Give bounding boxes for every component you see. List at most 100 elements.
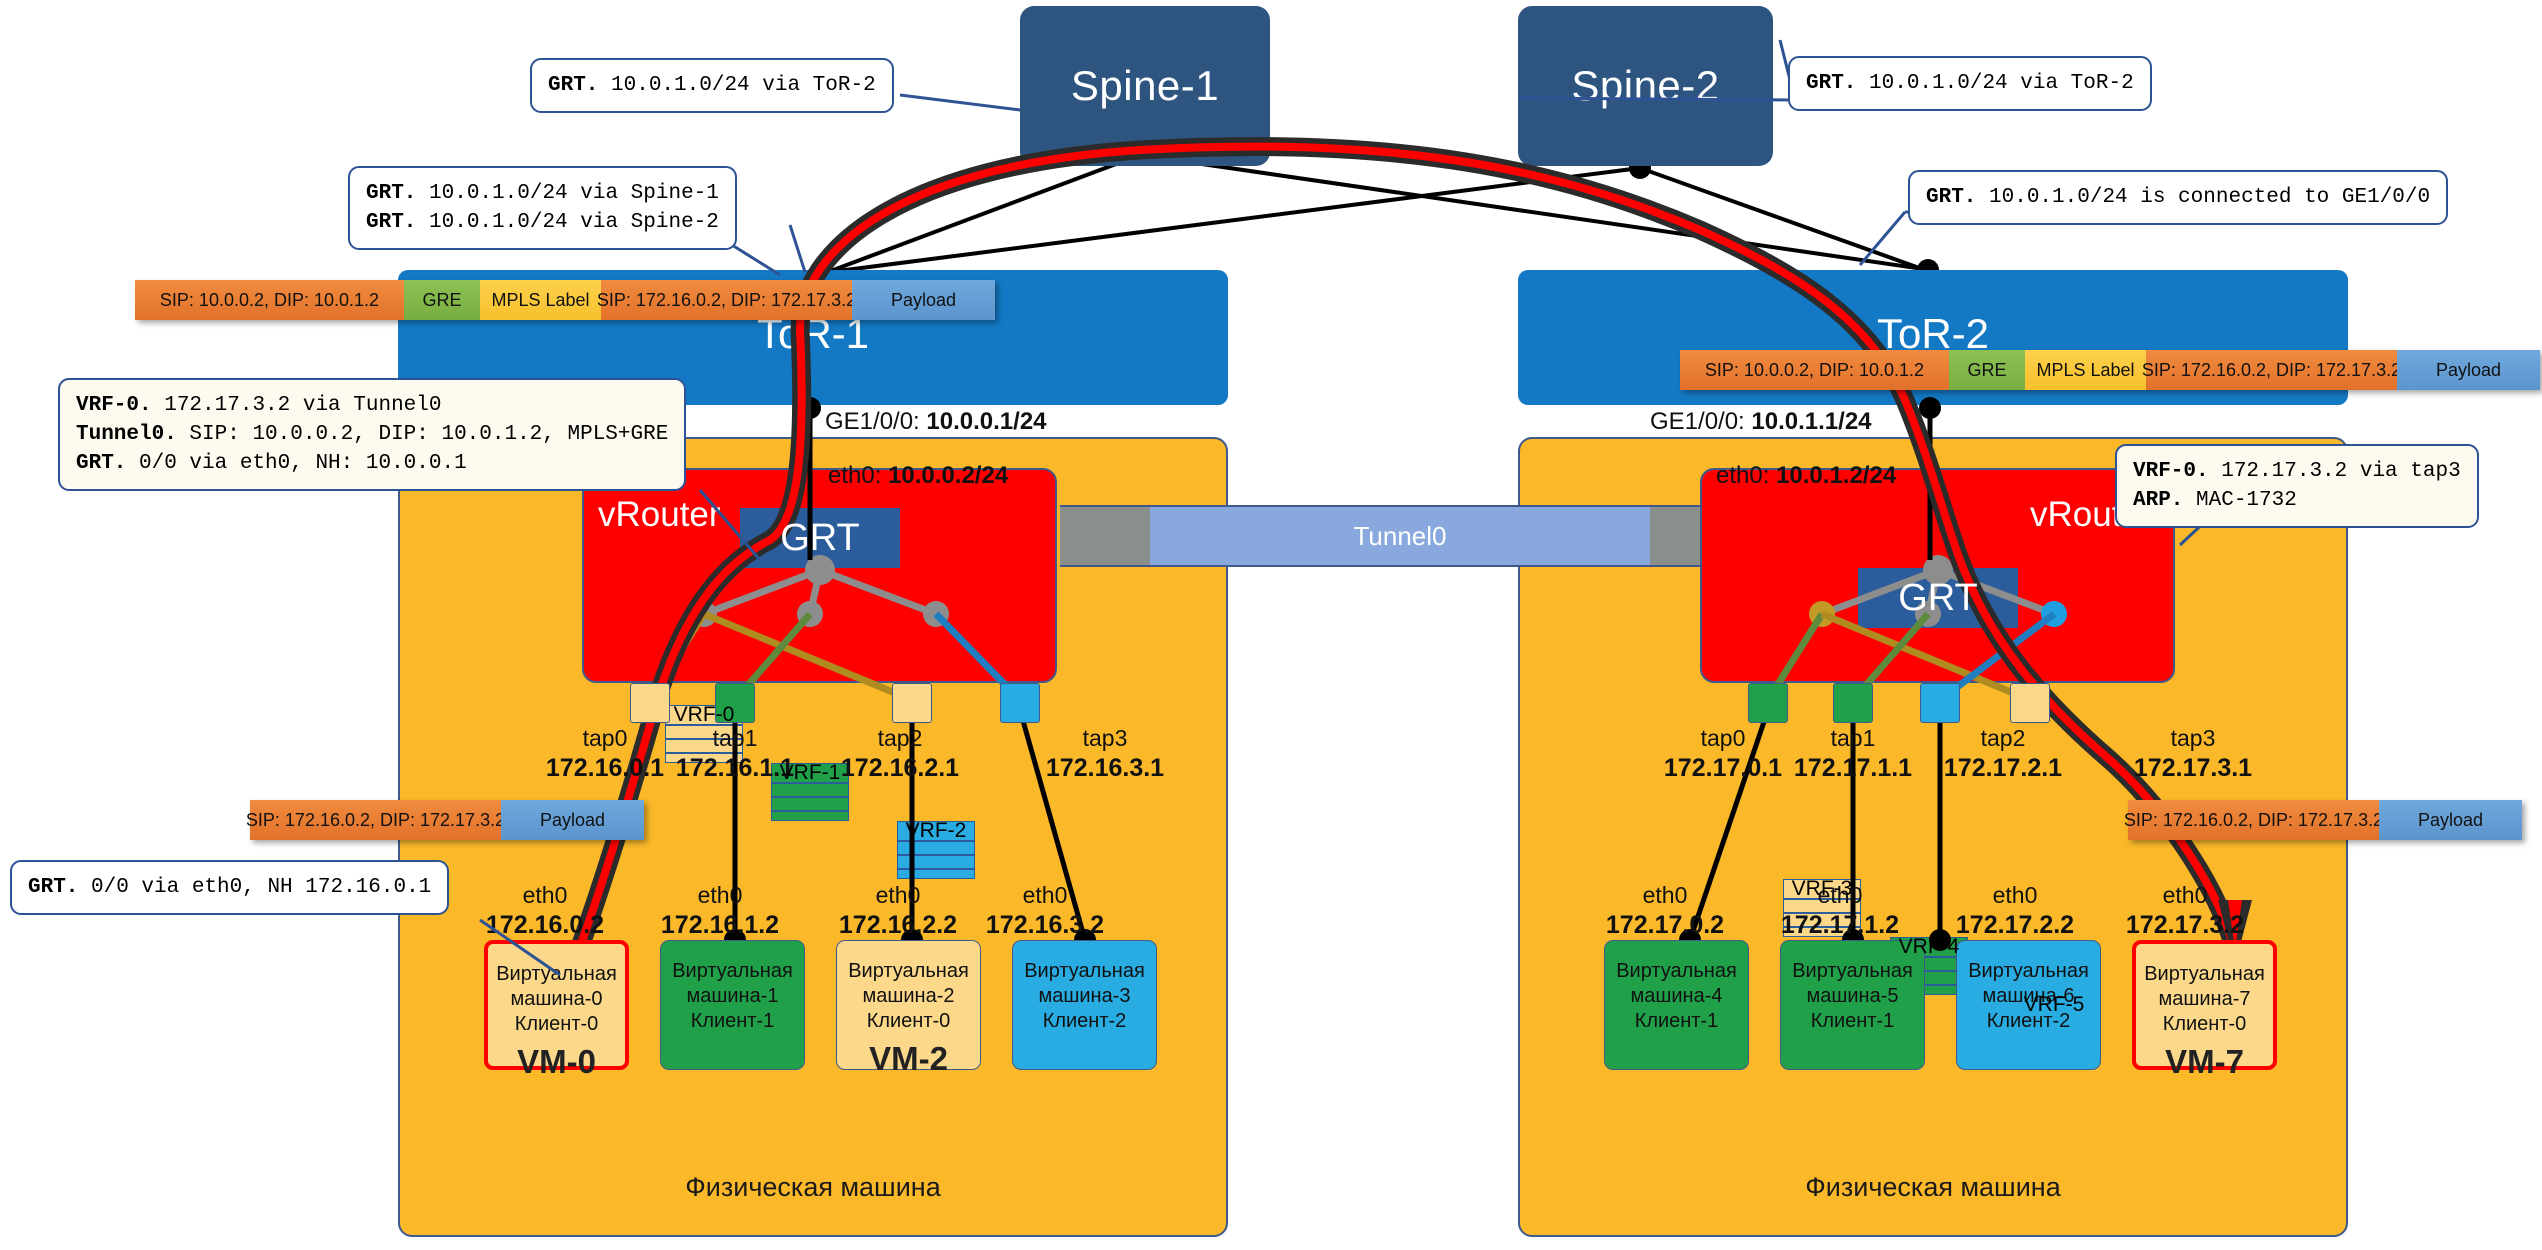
eth0-label-left: eth0: 10.0.0.2/24 bbox=[828, 462, 1008, 490]
callout-tor1-grt-key1: GRT. bbox=[366, 182, 417, 205]
vm1-line3: Клиент-1 bbox=[690, 1010, 775, 1032]
spine-1-node[interactable]: Spine-1 bbox=[1020, 6, 1270, 166]
callout-vrouter-right: VRF-0. 172.17.3.2 via tap3 ARP. MAC-1732 bbox=[2115, 444, 2479, 528]
vrf-1-label: VRF-1 bbox=[779, 761, 841, 784]
grt-table-right: GRT bbox=[1858, 568, 2018, 628]
vm7-eth-label: eth0 172.17.3.2 bbox=[2095, 880, 2275, 940]
vm7-line1: Виртуальная bbox=[2144, 963, 2265, 985]
pkt-gre-right: GRE bbox=[1949, 350, 2025, 390]
vm2-line3: Клиент-0 bbox=[866, 1010, 951, 1032]
vm6-eth-label: eth0 172.17.2.2 bbox=[1925, 880, 2105, 940]
callout-tor1-grt-text1: 10.0.1.0/24 via Spine-1 bbox=[416, 182, 719, 205]
callout-vr2-text2: MAC-1732 bbox=[2183, 489, 2297, 512]
callout-spine1-grt-text: 10.0.1.0/24 via ToR-2 bbox=[598, 74, 876, 97]
vm4-line3: Клиент-1 bbox=[1634, 1010, 1719, 1032]
tap3-left-name: tap3 bbox=[1082, 725, 1128, 751]
tap3-right-name: tap3 bbox=[2170, 725, 2216, 751]
pkt-outer-ip-left: SIP: 10.0.0.2, DIP: 10.0.1.2 bbox=[135, 280, 404, 320]
vm-box-2[interactable]: Виртуальная машина-2 Клиент-0 VM-2 bbox=[836, 940, 981, 1077]
vm-box-4[interactable]: Виртуальная машина-4 Клиент-1 bbox=[1604, 940, 1749, 1070]
callout-spine2-grt-key: GRT. bbox=[1806, 72, 1857, 95]
pkt-payload-right: Payload bbox=[2397, 350, 2540, 390]
vm3-eth-label: eth0 172.16.3.2 bbox=[955, 880, 1135, 940]
tunnel0-label: Tunnel0 bbox=[1353, 520, 1447, 551]
callout-vr1-text3: 0/0 via eth0, NH: 10.0.0.1 bbox=[126, 452, 467, 475]
ge-label-tor2-name: GE1/0/0: bbox=[1650, 408, 1745, 435]
packet-inner-left: SIP: 172.16.0.2, DIP: 172.17.3.2 Payload bbox=[246, 800, 644, 840]
pkt-inner2-ip-left: SIP: 172.16.0.2, DIP: 172.17.3.2 bbox=[246, 800, 505, 840]
callout-tor2-grt-text: 10.0.1.0/24 is connected to GE1/0/0 bbox=[1976, 186, 2431, 209]
vrf-table-2[interactable]: VRF-2 bbox=[897, 819, 975, 879]
spine-1-label: Spine-1 bbox=[1070, 62, 1220, 109]
callout-spine1-grt: GRT. 10.0.1.0/24 via ToR-2 bbox=[530, 58, 894, 113]
vm-box-1[interactable]: Виртуальная машина-1 Клиент-1 bbox=[660, 940, 805, 1070]
vm2-line2: машина-2 bbox=[862, 985, 955, 1007]
grt-table-left: GRT bbox=[740, 508, 900, 568]
callout-tor1-grt: GRT. 10.0.1.0/24 via Spine-1 GRT. 10.0.1… bbox=[348, 166, 737, 250]
vm3-line3: Клиент-2 bbox=[1042, 1010, 1127, 1032]
vm-box-7[interactable]: Виртуальная машина-7 Клиент-0 VM-7 bbox=[2132, 940, 2277, 1080]
vrf-table-1[interactable]: VRF-1 bbox=[771, 761, 849, 821]
tap3-right-addr: 172.17.3.1 bbox=[2133, 754, 2253, 782]
vm7-line3: Клиент-0 bbox=[2162, 1013, 2247, 1035]
spine-2-node[interactable]: Spine-2 bbox=[1518, 6, 1773, 166]
vm6-eth-addr: 172.17.2.2 bbox=[1955, 911, 2075, 939]
callout-tor1-grt-text2: 10.0.1.0/24 via Spine-2 bbox=[416, 211, 719, 234]
tunnel0-pipe: Tunnel0 bbox=[1150, 505, 1650, 567]
tap-label-tap3-left: tap3 172.16.3.1 bbox=[1010, 723, 1200, 783]
vm5-eth-addr: 172.17.1.2 bbox=[1780, 911, 1900, 939]
vrf-2-label: VRF-2 bbox=[905, 819, 967, 842]
tap3-left-addr: 172.16.3.1 bbox=[1045, 754, 1165, 782]
callout-vr2-key2: ARP. bbox=[2133, 489, 2184, 512]
vm0-eth-name: eth0 bbox=[522, 882, 568, 908]
vm-box-3[interactable]: Виртуальная машина-3 Клиент-2 bbox=[1012, 940, 1157, 1070]
callout-vm0-grt: GRT. 0/0 via eth0, NH 172.16.0.1 bbox=[10, 860, 450, 915]
tap-square-tap0-left[interactable] bbox=[630, 683, 670, 723]
vrf-5-label: VRF-5 bbox=[2023, 993, 2085, 1016]
tap-square-tap0-right[interactable] bbox=[1748, 683, 1788, 723]
tap2-right-name: tap2 bbox=[1980, 725, 2026, 751]
vm4-eth-addr: 172.17.0.2 bbox=[1605, 911, 1725, 939]
vm1-eth-label: eth0 172.16.1.2 bbox=[630, 880, 810, 940]
vm5-line1: Виртуальная bbox=[1792, 960, 1913, 982]
vm1-eth-addr: 172.16.1.2 bbox=[660, 911, 780, 939]
tap-square-tap3-left[interactable] bbox=[1000, 683, 1040, 723]
tap-label-tap2-right: tap2 172.17.2.1 bbox=[1908, 723, 2098, 783]
vm7-name: VM-7 bbox=[2165, 1043, 2244, 1080]
tap-square-tap1-right[interactable] bbox=[1833, 683, 1873, 723]
pkt-gre-left: GRE bbox=[404, 280, 480, 320]
grt-table-left-label: GRT bbox=[780, 516, 860, 559]
vm0-eth-addr: 172.16.0.2 bbox=[485, 911, 605, 939]
vm3-eth-addr: 172.16.3.2 bbox=[985, 911, 1105, 939]
vm-box-0[interactable]: Виртуальная машина-0 Клиент-0 VM-0 bbox=[484, 940, 629, 1080]
vm0-line3: Клиент-0 bbox=[514, 1013, 599, 1035]
pkt-inner2-payload-left: Payload bbox=[501, 800, 644, 840]
vm3-line1: Виртуальная bbox=[1024, 960, 1145, 982]
vm4-eth-label: eth0 172.17.0.2 bbox=[1575, 880, 1755, 940]
callout-tor2-grt: GRT. 10.0.1.0/24 is connected to GE1/0/0 bbox=[1908, 170, 2449, 225]
vm7-line2: машина-7 bbox=[2158, 988, 2251, 1010]
vm-box-5[interactable]: Виртуальная машина-5 Клиент-1 bbox=[1780, 940, 1925, 1070]
callout-vr2-key1: VRF-0. bbox=[2133, 460, 2209, 483]
ge-label-tor1-addr: 10.0.0.1/24 bbox=[926, 408, 1047, 435]
callout-vr1-key3: GRT. bbox=[76, 452, 127, 475]
vm6-eth-name: eth0 bbox=[1992, 882, 2038, 908]
tap-square-tap3-right[interactable] bbox=[2010, 683, 2050, 723]
vm5-line2: машина-5 bbox=[1806, 985, 1899, 1007]
physical-machine-left-label: Физическая машина bbox=[685, 1172, 941, 1202]
pkt-inner2-ip-right: SIP: 172.16.0.2, DIP: 172.17.3.2 bbox=[2124, 800, 2383, 840]
vm2-line1: Виртуальная bbox=[848, 960, 969, 982]
vrf-3-label: VRF-3 bbox=[1791, 877, 1853, 900]
tap-square-tap2-right[interactable] bbox=[1920, 683, 1960, 723]
callout-tor1-grt-key2: GRT. bbox=[366, 211, 417, 234]
vm4-line2: машина-4 bbox=[1630, 985, 1723, 1007]
tap-square-tap2-left[interactable] bbox=[892, 683, 932, 723]
eth0-label-left-addr: 10.0.0.2/24 bbox=[888, 462, 1009, 489]
tap2-left-addr: 172.16.2.1 bbox=[840, 754, 960, 782]
vm7-eth-addr: 172.17.3.2 bbox=[2125, 911, 2245, 939]
vm5-line3: Клиент-1 bbox=[1810, 1010, 1895, 1032]
pkt-inner-ip-right: SIP: 172.16.0.2, DIP: 172.17.3.2 bbox=[2142, 350, 2401, 390]
ge-label-tor2: GE1/0/0: 10.0.1.1/24 bbox=[1650, 408, 1872, 436]
ge-label-tor1-name: GE1/0/0: bbox=[825, 408, 920, 435]
vm0-eth-label: eth0 172.16.0.2 bbox=[455, 880, 635, 940]
